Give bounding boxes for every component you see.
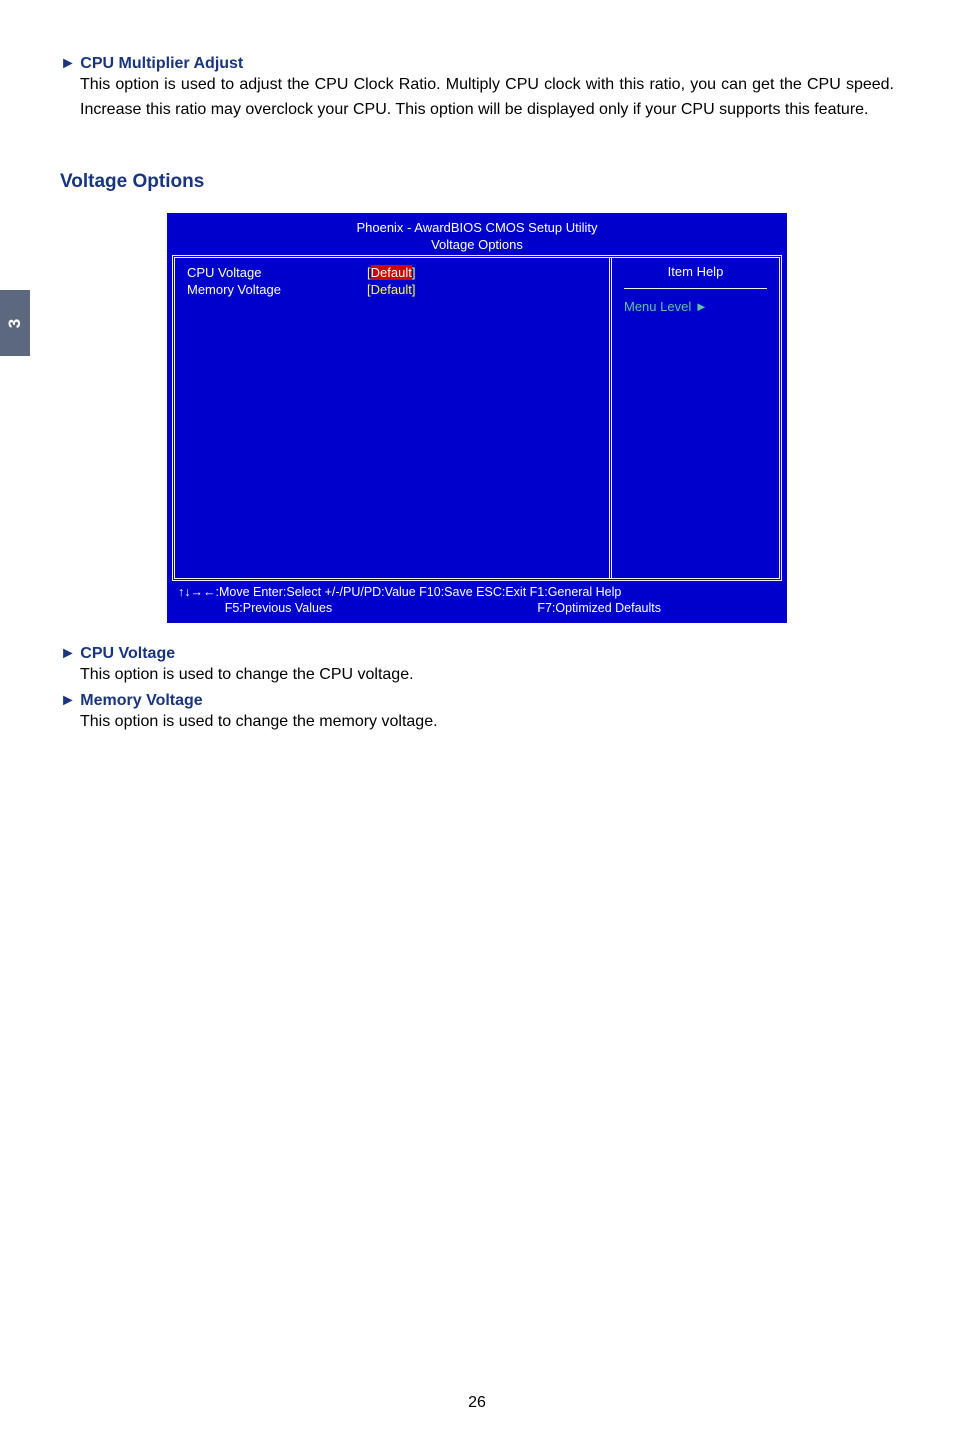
bios-option-cpu-voltage[interactable]: CPU Voltage [Default] [187, 264, 597, 282]
bios-option-memory-voltage[interactable]: Memory Voltage [Default] [187, 281, 597, 299]
item-title: Memory Voltage [80, 692, 202, 709]
bios-help-panel: Item Help Menu Level ► [609, 258, 779, 578]
bios-title: Phoenix - AwardBIOS CMOS Setup Utility V… [172, 218, 782, 255]
bios-option-name: CPU Voltage [187, 264, 367, 282]
bios-footer-f5: F5:Previous Values [225, 600, 332, 616]
triangle-right-icon: ► [60, 55, 76, 72]
bios-footer-keys: ↑↓→←:Move Enter:Select +/-/PU/PD:Value F… [172, 581, 782, 617]
bios-option-name: Memory Voltage [187, 281, 367, 299]
page-number: 26 [0, 1394, 954, 1412]
item-title: CPU Voltage [80, 645, 175, 662]
item-title: CPU Multiplier Adjust [80, 55, 243, 72]
item-heading-cpu-multiplier: ► CPU Multiplier Adjust [60, 55, 894, 73]
item-description: This option is used to change the CPU vo… [80, 663, 894, 688]
bios-title-line1: Phoenix - AwardBIOS CMOS Setup Utility [356, 220, 597, 235]
section-title-voltage-options: Voltage Options [60, 171, 894, 193]
bios-footer-f7: F7:Optimized Defaults [537, 600, 661, 616]
chapter-side-tab: 3 [0, 290, 30, 356]
page-content: ► CPU Multiplier Adjust This option is u… [0, 0, 954, 735]
bios-title-line2: Voltage Options [431, 237, 523, 252]
item-description: This option is used to change the memory… [80, 710, 894, 735]
bios-option-value: [Default] [367, 281, 415, 299]
bios-menu-level: Menu Level ► [624, 299, 767, 314]
triangle-right-icon: ► [60, 692, 76, 709]
item-heading-memory-voltage: ► Memory Voltage [60, 692, 894, 710]
bios-main-area: CPU Voltage [Default] Memory Voltage [De… [172, 255, 782, 581]
triangle-right-icon: ► [60, 645, 76, 662]
bios-footer-line1: ↑↓→←:Move Enter:Select +/-/PU/PD:Value F… [178, 584, 776, 600]
bios-screenshot: Phoenix - AwardBIOS CMOS Setup Utility V… [167, 213, 787, 624]
chapter-number: 3 [6, 319, 23, 328]
bios-help-heading: Item Help [624, 264, 767, 289]
bios-option-value: [Default] [367, 264, 415, 282]
item-heading-cpu-voltage: ► CPU Voltage [60, 645, 894, 663]
item-description: This option is used to adjust the CPU Cl… [80, 73, 894, 123]
bios-options-list: CPU Voltage [Default] Memory Voltage [De… [175, 258, 609, 578]
